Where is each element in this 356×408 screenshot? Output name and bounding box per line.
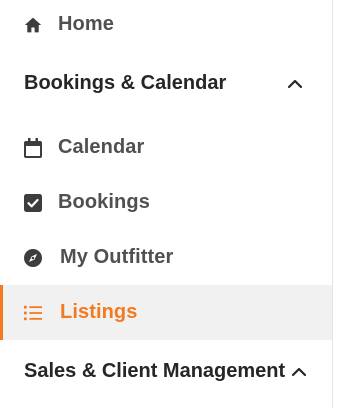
home-icon [24, 16, 42, 34]
chevron-up-icon [290, 363, 308, 381]
checkbox-icon [24, 193, 42, 212]
sidebar-item-label: Calendar [58, 136, 145, 158]
sidebar-item-listings[interactable]: Listings [0, 285, 332, 340]
section-header-sales-client-management[interactable]: Sales & Client Management [0, 344, 332, 399]
list-icon [24, 304, 42, 322]
compass-icon [24, 248, 42, 267]
sidebar-item-my-outfitter[interactable]: My Outfitter [0, 230, 332, 285]
sidebar-item-bookings[interactable]: Bookings [0, 175, 332, 230]
section-title: Bookings & Calendar [24, 72, 227, 94]
chevron-up-icon [286, 75, 304, 93]
sidebar-item-calendar[interactable]: Calendar [0, 120, 332, 175]
sidebar-item-label: Home [58, 13, 114, 35]
sidebar: Home Bookings & Calendar Calendar Bookin… [0, 0, 333, 408]
section-header-bookings-calendar[interactable]: Bookings & Calendar [0, 56, 332, 111]
sidebar-item-label: Listings [60, 301, 138, 323]
sidebar-item-label: My Outfitter [60, 246, 174, 268]
section-title: Sales & Client Management [24, 360, 286, 382]
calendar-icon [24, 137, 42, 158]
sidebar-item-label: Bookings [58, 191, 150, 213]
sidebar-item-home[interactable]: Home [0, 0, 332, 52]
